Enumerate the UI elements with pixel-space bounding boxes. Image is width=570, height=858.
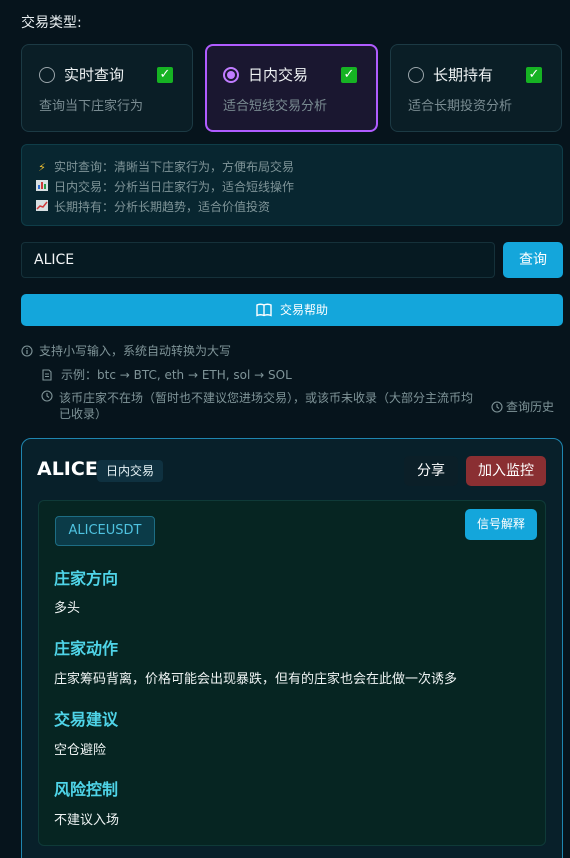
hint-not-listed-icon-wrap	[41, 390, 53, 405]
hint-text: 支持小写输入，系统自动转换为大写	[39, 344, 232, 358]
info-line: 日内交易：分析当日庄家行为，适合短线操作	[35, 178, 294, 195]
info-line-text: 实时查询：清晰当下庄家行为，方便布局交易	[54, 160, 295, 174]
query-history-label: 查询历史	[506, 400, 555, 414]
section-body-advice: 空仓避险	[54, 743, 107, 758]
hint-text: 该币庄家不在场（暂时也不建议您进场交易），或该币未收录（大部分主流币均	[59, 391, 474, 405]
hint-text: 示例：btc → BTC, eth → ETH, sol → SOL	[61, 368, 292, 382]
info-line-text: 长期持有：分析长期趋势，适合价值投资	[54, 200, 271, 214]
signal-explain-button[interactable]: 信号解释	[465, 509, 537, 540]
type-card-label: 长期持有	[433, 66, 494, 84]
section-body-action: 庄家筹码背离，价格可能会出现暴跌，但有的庄家也会在此做一次诱多	[54, 672, 458, 687]
clock-icon	[491, 401, 503, 413]
hint-not-listed: 该币庄家不在场（暂时也不建议您进场交易），或该币未收录（大部分主流币均 已收录）	[59, 390, 489, 422]
section-heading-risk: 风险控制	[54, 780, 119, 799]
trade-help-button[interactable]: 交易帮助	[21, 294, 563, 326]
trade-type-info-box: ⚡ 实时查询：清晰当下庄家行为，方便布局交易 日内交易：分析当日庄家行为，适合短线…	[21, 144, 563, 226]
result-symbol-title: ALICE	[37, 458, 98, 480]
query-button[interactable]: 查询	[503, 242, 563, 278]
document-icon	[42, 369, 52, 381]
section-heading-direction: 庄家方向	[54, 569, 119, 588]
add-monitor-button[interactable]: 加入监控	[466, 456, 546, 486]
type-card-longterm[interactable]: 长期持有 ✓ 适合长期投资分析	[390, 44, 562, 132]
type-card-label: 实时查询	[64, 66, 125, 84]
section-body-risk: 不建议入场	[54, 813, 120, 828]
radio-icon[interactable]	[39, 67, 55, 83]
bar-chart-icon	[35, 180, 49, 194]
type-card-label: 日内交易	[248, 66, 309, 84]
query-history-link[interactable]: 查询历史	[491, 398, 554, 415]
book-icon	[256, 303, 272, 317]
section-heading-action: 庄家动作	[54, 639, 119, 658]
info-line: ⚡ 实时查询：清晰当下庄家行为，方便布局交易	[35, 158, 294, 175]
section-body-direction: 多头	[54, 601, 81, 616]
hint-lowercase: 支持小写输入，系统自动转换为大写	[21, 342, 231, 359]
hint-example: 示例：btc → BTC, eth → ETH, sol → SOL	[41, 366, 292, 383]
checkbox-checked-icon[interactable]: ✓	[526, 67, 542, 83]
result-type-badge: 日内交易	[97, 460, 163, 482]
checkbox-checked-icon[interactable]: ✓	[157, 67, 173, 83]
type-card-desc: 查询当下庄家行为	[39, 99, 144, 114]
symbol-search-input[interactable]: ALICE	[21, 242, 495, 278]
info-line-text: 日内交易：分析当日庄家行为，适合短线操作	[54, 180, 295, 194]
type-card-intraday[interactable]: 日内交易 ✓ 适合短线交易分析	[205, 44, 378, 132]
trade-type-title: 交易类型:	[21, 15, 82, 31]
radio-icon[interactable]	[408, 67, 424, 83]
hint-text: 已收录）	[59, 407, 108, 421]
share-button[interactable]: 分享	[404, 456, 458, 486]
clock-icon	[41, 390, 53, 402]
type-card-desc: 适合长期投资分析	[408, 99, 513, 114]
info-icon	[21, 345, 33, 357]
section-heading-advice: 交易建议	[54, 710, 119, 729]
radio-selected-icon[interactable]	[223, 67, 239, 83]
trend-chart-icon	[35, 200, 49, 214]
trade-help-label: 交易帮助	[279, 303, 328, 317]
type-card-realtime[interactable]: 实时查询 ✓ 查询当下庄家行为	[21, 44, 193, 132]
lightning-icon: ⚡	[38, 161, 46, 174]
type-card-desc: 适合短线交易分析	[223, 99, 328, 114]
symbol-tag: ALICEUSDT	[55, 516, 155, 546]
info-line: 长期持有：分析长期趋势，适合价值投资	[35, 198, 270, 215]
checkbox-checked-icon[interactable]: ✓	[341, 67, 357, 83]
